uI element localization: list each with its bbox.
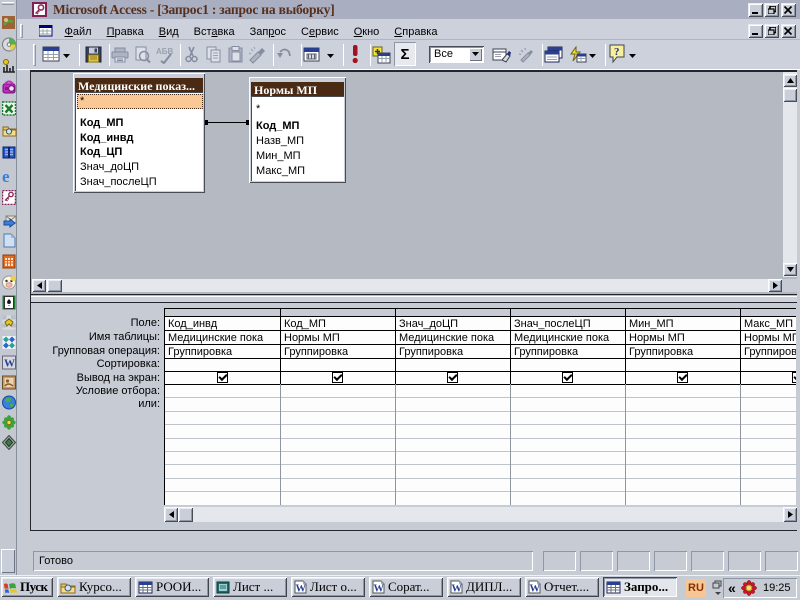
svg-text:W: W	[374, 584, 385, 595]
svg-text:e: e	[2, 169, 10, 185]
svg-text:W: W	[452, 584, 463, 595]
svg-text:?: ?	[614, 46, 620, 58]
svg-text:W: W	[530, 584, 541, 595]
svg-text:W: W	[4, 358, 15, 370]
svg-text:W: W	[296, 584, 307, 595]
